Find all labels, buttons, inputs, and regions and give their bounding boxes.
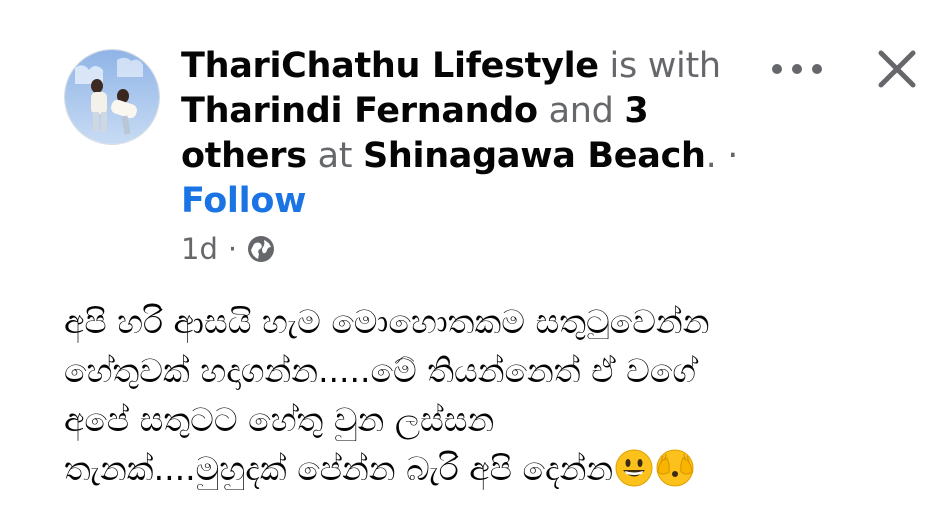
tagged-person-link[interactable]: Tharindi Fernando xyxy=(181,91,538,131)
post-time[interactable]: 1d xyxy=(181,232,218,266)
close-button[interactable] xyxy=(872,44,922,94)
close-icon xyxy=(878,50,916,88)
face-with-peeking-eye-emoji-icon xyxy=(655,448,695,488)
header-separator: · xyxy=(727,136,739,176)
post-body-last-line: තැනක්....මුහුදක් පේන්න බැරි අපි දෙන්න xyxy=(64,444,924,493)
post-body-line: තැනක්....මුහුදක් පේන්න බැරි අපි දෙන්න xyxy=(64,449,614,488)
others-link[interactable]: others xyxy=(181,136,307,176)
more-horizontal-icon-dot-1 xyxy=(772,64,782,74)
author-name[interactable]: ThariChathu Lifestyle xyxy=(181,46,599,86)
others-count[interactable]: 3 xyxy=(624,91,648,131)
is-with-text: is with xyxy=(609,46,722,86)
more-horizontal-icon-dot-2 xyxy=(792,64,802,74)
follow-button[interactable]: Follow xyxy=(181,179,306,224)
meta-separator: · xyxy=(227,232,238,266)
grinning-face-emoji-icon xyxy=(614,448,654,488)
post-body-line: අපේ සතුටට හේතු වුන ලස්සන xyxy=(64,400,495,439)
globe-icon[interactable] xyxy=(247,235,275,263)
post-body: අපි හරි ආසයි හැම මොහොතකම සතුටුවෙන්න හේතු… xyxy=(64,297,924,493)
location-link[interactable]: Shinagawa Beach xyxy=(363,136,706,176)
at-text: at xyxy=(317,136,353,176)
location-period: . xyxy=(705,136,717,176)
more-options-button[interactable] xyxy=(772,54,822,84)
post-meta: 1d · xyxy=(181,232,275,266)
post-header: ThariChathu Lifestyle is with Tharindi F… xyxy=(181,44,741,224)
post-body-line: හේතුවක් හදාගන්න.....මේ තියන්නෙත් ඒ වගේ xyxy=(64,351,696,390)
post-card: ThariChathu Lifestyle is with Tharindi F… xyxy=(0,0,942,529)
avatar[interactable] xyxy=(64,49,160,145)
more-horizontal-icon-dot-3 xyxy=(812,64,822,74)
and-text: and xyxy=(548,91,614,131)
post-body-line: අපි හරි ආසයි හැම මොහොතකම සතුටුවෙන්න xyxy=(64,302,710,341)
